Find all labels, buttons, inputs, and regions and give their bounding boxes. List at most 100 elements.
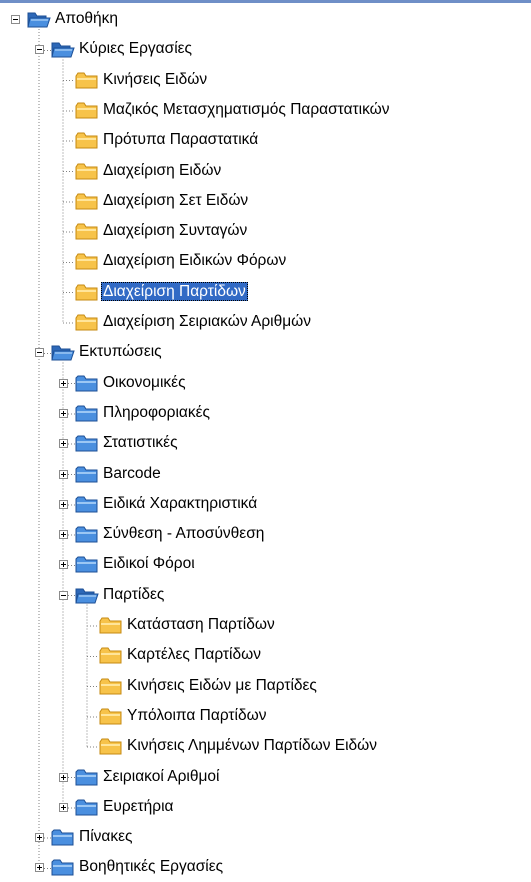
expand-toggle[interactable]: [59, 772, 68, 782]
tree-node-label[interactable]: Σύνθεση - Αποσύνθεση: [101, 524, 266, 543]
tree-node-label[interactable]: Στατιστικές: [101, 433, 180, 452]
blue-folder-icon: [51, 828, 75, 847]
menu-tree[interactable]: Αποθήκη Κύριες Εργασίες Κινήσεις Ειδών Μαζι…: [0, 0, 531, 876]
yellow-folder-icon: [75, 131, 99, 150]
tree-node-πίνακες[interactable]: Πίνακες: [0, 825, 531, 849]
blue-folder-icon: [75, 465, 99, 484]
tree-node-label[interactable]: Διαχείριση Σετ Ειδών: [101, 191, 250, 210]
tree-node-εκτυπώσεις[interactable]: Εκτυπώσεις: [0, 340, 531, 364]
tree-node-label[interactable]: Διαχείριση Ειδών: [101, 161, 223, 180]
yellow-folder-icon: [75, 222, 99, 241]
tree-node-label[interactable]: Κατάσταση Παρτίδων: [125, 615, 277, 634]
expand-toggle[interactable]: [59, 378, 68, 388]
tree-node-σειριακοί-αριθμοί[interactable]: Σειριακοί Αριθμοί: [0, 765, 531, 789]
tree-node-label[interactable]: Πίνακες: [77, 827, 134, 846]
tree-node-παρτίδες[interactable]: Παρτίδες: [0, 583, 531, 607]
tree-node-κινήσεις-ειδών[interactable]: Κινήσεις Ειδών: [0, 68, 531, 92]
yellow-folder-icon: [75, 101, 99, 120]
blue-folder-icon: [75, 768, 99, 787]
tree-node-διαχείριση-ειδών[interactable]: Διαχείριση Ειδών: [0, 159, 531, 183]
tree-node-κινήσεις-ειδών-με-παρτίδες[interactable]: Κινήσεις Ειδών με Παρτίδες: [0, 674, 531, 698]
blue-folder-open-icon: [51, 343, 75, 362]
tree-node-label[interactable]: Διαχείριση Παρτίδων: [101, 281, 248, 301]
tree-node-διαχείριση-σετ-ειδών[interactable]: Διαχείριση Σετ Ειδών: [0, 189, 531, 213]
tree-node-label[interactable]: Διαχείριση Ειδικών Φόρων: [101, 251, 288, 270]
yellow-folder-icon: [99, 737, 123, 756]
tree-node-label[interactable]: Μαζικός Μετασχηματισμός Παραστατικών: [101, 100, 392, 119]
tree-node-υπόλοιπα-παρτίδων[interactable]: Υπόλοιπα Παρτίδων: [0, 704, 531, 728]
collapse-toggle[interactable]: [35, 45, 44, 55]
tree-node-διαχείριση-συνταγών[interactable]: Διαχείριση Συνταγών: [0, 219, 531, 243]
yellow-folder-icon: [99, 707, 123, 726]
tree-node-label[interactable]: Κινήσεις Ειδών με Παρτίδες: [125, 676, 319, 695]
tree-node-οικονομικές[interactable]: Οικονομικές: [0, 371, 531, 395]
tree-node-label[interactable]: Υπόλοιπα Παρτίδων: [125, 706, 268, 725]
expand-toggle[interactable]: [59, 530, 68, 540]
tree-node-label[interactable]: Πρότυπα Παραστατικά: [101, 130, 260, 149]
yellow-folder-icon: [75, 71, 99, 90]
tree-node-label[interactable]: Κινήσεις Λημμένων Παρτίδων Ειδών: [125, 736, 379, 755]
blue-folder-icon: [75, 434, 99, 453]
tree-node-διαχείριση-σειριακών-αριθμών[interactable]: Διαχείριση Σειριακών Αριθμών: [0, 310, 531, 334]
expand-toggle[interactable]: [59, 499, 68, 509]
expand-toggle[interactable]: [59, 469, 68, 479]
yellow-folder-icon: [99, 616, 123, 635]
tree-node-διαχείριση-παρτίδων[interactable]: Διαχείριση Παρτίδων: [0, 280, 531, 304]
tree-node-καρτέλες-παρτίδων[interactable]: Καρτέλες Παρτίδων: [0, 643, 531, 667]
tree-node-label[interactable]: Πληροφοριακές: [101, 403, 212, 422]
collapse-toggle[interactable]: [35, 348, 44, 358]
yellow-folder-icon: [75, 162, 99, 181]
tree-node-label[interactable]: Οικονομικές: [101, 373, 188, 392]
collapse-toggle[interactable]: [59, 590, 68, 600]
blue-folder-open-icon: [27, 10, 51, 29]
tree-node-ειδικοί-φόροι[interactable]: Ειδικοί Φόροι: [0, 552, 531, 576]
tree-node-label[interactable]: Κινήσεις Ειδών: [101, 70, 209, 89]
blue-folder-icon: [75, 798, 99, 817]
yellow-folder-icon: [75, 252, 99, 271]
tree-node-label[interactable]: Εκτυπώσεις: [77, 342, 164, 361]
tree-node-πρότυπα-παραστατικά[interactable]: Πρότυπα Παραστατικά: [0, 128, 531, 152]
yellow-folder-icon: [99, 677, 123, 696]
tree-node-barcode[interactable]: Barcode: [0, 462, 531, 486]
tree-node-κατάσταση-παρτίδων[interactable]: Κατάσταση Παρτίδων: [0, 613, 531, 637]
tree-node-αποθήκη[interactable]: Αποθήκη: [0, 7, 531, 31]
expand-toggle[interactable]: [59, 560, 68, 570]
tree-node-label[interactable]: Διαχείριση Σειριακών Αριθμών: [101, 312, 313, 331]
yellow-folder-icon: [99, 646, 123, 665]
expand-toggle[interactable]: [59, 802, 68, 812]
tree-node-label[interactable]: Σειριακοί Αριθμοί: [101, 767, 221, 786]
tree-node-label[interactable]: Διαχείριση Συνταγών: [101, 221, 249, 240]
tree-node-κύριες-εργασίες[interactable]: Κύριες Εργασίες: [0, 37, 531, 61]
tree-node-label[interactable]: Barcode: [101, 464, 163, 483]
tree-node-ευρετήρια[interactable]: Ευρετήρια: [0, 795, 531, 819]
blue-folder-open-icon: [51, 40, 75, 59]
blue-folder-icon: [75, 495, 99, 514]
tree-node-μαζικός-μετασχηματισμός-παραστατικών[interactable]: Μαζικός Μετασχηματισμός Παραστατικών: [0, 98, 531, 122]
tree-node-πληροφοριακές[interactable]: Πληροφοριακές: [0, 401, 531, 425]
tree-node-σύνθεση-αποσύνθεση[interactable]: Σύνθεση - Αποσύνθεση: [0, 522, 531, 546]
tree-node-label[interactable]: Ειδικά Χαρακτηριστικά: [101, 494, 259, 513]
blue-folder-open-icon: [75, 586, 99, 605]
yellow-folder-icon: [75, 283, 99, 302]
tree-node-label[interactable]: Ειδικοί Φόροι: [101, 554, 197, 573]
blue-folder-icon: [75, 374, 99, 393]
tree-node-βοηθητικές-εργασίες[interactable]: Βοηθητικές Εργασίες: [0, 855, 531, 879]
collapse-toggle[interactable]: [11, 15, 20, 24]
tree-node-στατιστικές[interactable]: Στατιστικές: [0, 431, 531, 455]
tree-node-διαχείριση-ειδικών-φόρων[interactable]: Διαχείριση Ειδικών Φόρων: [0, 249, 531, 273]
tree-node-label[interactable]: Ευρετήρια: [101, 797, 176, 816]
tree-node-label[interactable]: Παρτίδες: [101, 585, 166, 604]
expand-toggle[interactable]: [35, 863, 44, 873]
expand-toggle[interactable]: [35, 833, 44, 843]
blue-folder-icon: [75, 525, 99, 544]
blue-folder-icon: [51, 858, 75, 877]
tree-node-label[interactable]: Κύριες Εργασίες: [77, 39, 194, 58]
expand-toggle[interactable]: [59, 439, 68, 449]
tree-node-κινήσεις-λημμένων-παρτίδων-ειδών[interactable]: Κινήσεις Λημμένων Παρτίδων Ειδών: [0, 734, 531, 758]
expand-toggle[interactable]: [59, 408, 68, 418]
tree-node-ειδικά-χαρακτηριστικά[interactable]: Ειδικά Χαρακτηριστικά: [0, 492, 531, 516]
tree-node-label[interactable]: Βοηθητικές Εργασίες: [77, 857, 225, 876]
tree-node-label[interactable]: Καρτέλες Παρτίδων: [125, 645, 263, 664]
tree-node-label[interactable]: Αποθήκη: [53, 9, 120, 28]
blue-folder-icon: [75, 404, 99, 423]
